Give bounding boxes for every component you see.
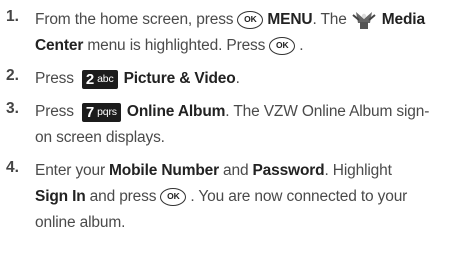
step-line: From the home screen, press OK MENU . Th… (35, 8, 425, 32)
step-text: . Highlight (324, 162, 392, 179)
instruction-steps: 1. From the home screen, press OK MENU .… (0, 0, 473, 261)
step-text: Enter your (35, 162, 106, 179)
key-letters: pqrs (97, 105, 117, 118)
media-center-label: Center (35, 37, 84, 54)
ok-key-icon: OK (160, 188, 187, 206)
picture-video-label: Picture & Video (123, 70, 236, 87)
menu-label: MENU (267, 11, 313, 28)
key-7-pqrs-icon: 7 pqrs (81, 102, 121, 122)
step-text: and (223, 162, 249, 179)
step-number: 4. (6, 159, 19, 176)
step-text: online album. (35, 214, 126, 231)
step-line: on screen displays. (35, 126, 165, 150)
step-line: Center menu is highlighted. Press OK . (35, 34, 304, 58)
media-center-label: Media (381, 11, 425, 28)
step-text: . (299, 37, 304, 54)
step-text: From the home screen, press (35, 11, 234, 28)
password-label: Password (252, 162, 325, 179)
step-text: Press (35, 103, 74, 120)
step-number: 1. (6, 8, 19, 25)
step-line: online album. (35, 211, 125, 235)
mobile-number-label: Mobile Number (109, 162, 220, 179)
key-digit: 7 (85, 103, 95, 121)
step-number: 3. (6, 100, 19, 117)
step-text: . You are now connected to your (190, 188, 408, 205)
ok-key-icon: OK (269, 37, 296, 55)
key-letters: abc (97, 72, 114, 85)
step-line: Press 7 pqrs Online Album . The VZW Onli… (35, 100, 429, 124)
step-text: . The (312, 11, 347, 28)
step-text: and press (89, 188, 157, 205)
sign-in-label: Sign In (35, 188, 86, 205)
media-center-icon (352, 12, 376, 29)
step-line: Press 2 abc Picture & Video . (35, 67, 240, 91)
step-text: Press (35, 70, 74, 87)
step-line: Sign In and press OK . You are now conne… (35, 185, 407, 209)
step-text: menu is highlighted. Press (83, 37, 266, 54)
step-text: on screen displays. (35, 129, 165, 146)
step-text: . The VZW Online Album sign- (225, 103, 430, 120)
key-2-abc-icon: 2 abc (81, 69, 118, 89)
key-digit: 2 (85, 70, 95, 88)
online-album-label: Online Album (126, 103, 226, 120)
ok-key-icon: OK (237, 11, 264, 29)
step-line: Enter your Mobile Number and Password . … (35, 159, 392, 183)
step-number: 2. (6, 67, 19, 84)
step-text: . (235, 70, 240, 87)
